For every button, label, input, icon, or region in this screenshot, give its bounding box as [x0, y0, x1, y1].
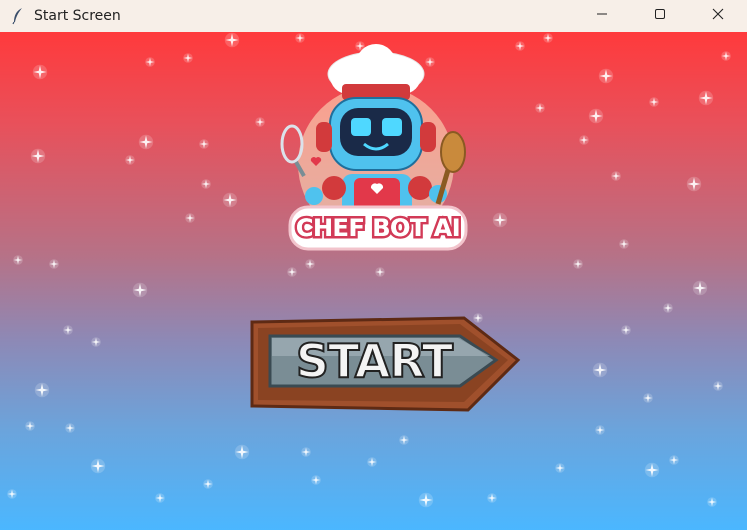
window-controls — [573, 0, 747, 32]
sparkle-star — [224, 32, 240, 48]
start-screen-canvas: CHEF BOT AI CHEF BOT AI START — [0, 32, 747, 530]
sparkle-star — [555, 463, 565, 473]
sparkle-star — [91, 337, 101, 347]
sparkle-star — [255, 117, 265, 127]
sparkle-star — [579, 135, 589, 145]
sparkle-star — [183, 53, 193, 63]
sparkle-star — [7, 489, 17, 499]
sparkle-star — [592, 362, 608, 378]
sparkle-star — [32, 64, 48, 80]
sparkle-star — [611, 171, 621, 181]
sparkle-star — [698, 90, 714, 106]
window-title: Start Screen — [34, 8, 121, 24]
sparkle-star — [25, 421, 35, 431]
sparkle-star — [145, 57, 155, 67]
sparkle-star — [49, 259, 59, 269]
sparkle-star — [595, 425, 605, 435]
feather-icon — [8, 6, 28, 26]
sparkle-star — [13, 255, 23, 265]
close-button[interactable] — [689, 0, 747, 32]
start-button[interactable]: START — [246, 314, 522, 414]
sparkle-star — [713, 381, 723, 391]
sparkle-star — [222, 192, 238, 208]
sparkle-star — [132, 282, 148, 298]
app-window: Start Screen CHEF BOT AI CHEF BOT AI STA… — [0, 0, 747, 530]
sparkle-star — [34, 382, 50, 398]
logo-text: CHEF BOT AI — [295, 214, 461, 242]
sparkle-star — [367, 457, 377, 467]
close-icon — [712, 7, 724, 25]
sparkle-star — [125, 155, 135, 165]
sparkle-star — [30, 148, 46, 164]
sparkle-star — [543, 33, 553, 43]
sparkle-star — [155, 493, 165, 503]
sparkle-star — [138, 134, 154, 150]
sparkle-star — [399, 435, 409, 445]
minimize-icon — [596, 7, 608, 25]
sparkle-star — [721, 51, 731, 61]
sparkle-star — [295, 33, 305, 43]
start-label: START — [295, 333, 454, 389]
sparkle-star — [588, 108, 604, 124]
sparkle-star — [644, 462, 660, 478]
sparkle-star — [185, 213, 195, 223]
sparkle-star — [663, 303, 673, 313]
sparkle-star — [573, 259, 583, 269]
sparkle-star — [692, 280, 708, 296]
title-bar[interactable]: Start Screen — [0, 0, 747, 32]
sparkle-star — [301, 447, 311, 457]
sparkle-star — [649, 97, 659, 107]
whisk-icon — [280, 124, 306, 177]
sparkle-star — [686, 176, 702, 192]
sparkle-star — [669, 455, 679, 465]
sparkle-star — [619, 239, 629, 249]
sparkle-star — [535, 103, 545, 113]
minimize-button[interactable] — [573, 0, 631, 32]
chef-bot-logo: CHEF BOT AI CHEF BOT AI — [278, 44, 478, 269]
sparkle-star — [199, 139, 209, 149]
sparkle-star — [598, 68, 614, 84]
sparkle-star — [201, 179, 211, 189]
sparkle-star — [203, 479, 213, 489]
maximize-button[interactable] — [631, 0, 689, 32]
sparkle-star — [515, 41, 525, 51]
sparkle-star — [707, 497, 717, 507]
maximize-icon — [654, 7, 666, 25]
sparkle-star — [311, 475, 321, 485]
sparkle-star — [234, 444, 250, 460]
sparkle-star — [621, 325, 631, 335]
sparkle-star — [418, 492, 434, 508]
sparkle-star — [63, 325, 73, 335]
sparkle-star — [487, 493, 497, 503]
sparkle-star — [643, 393, 653, 403]
sparkle-star — [65, 423, 75, 433]
sparkle-star — [492, 212, 508, 228]
sparkle-star — [90, 458, 106, 474]
